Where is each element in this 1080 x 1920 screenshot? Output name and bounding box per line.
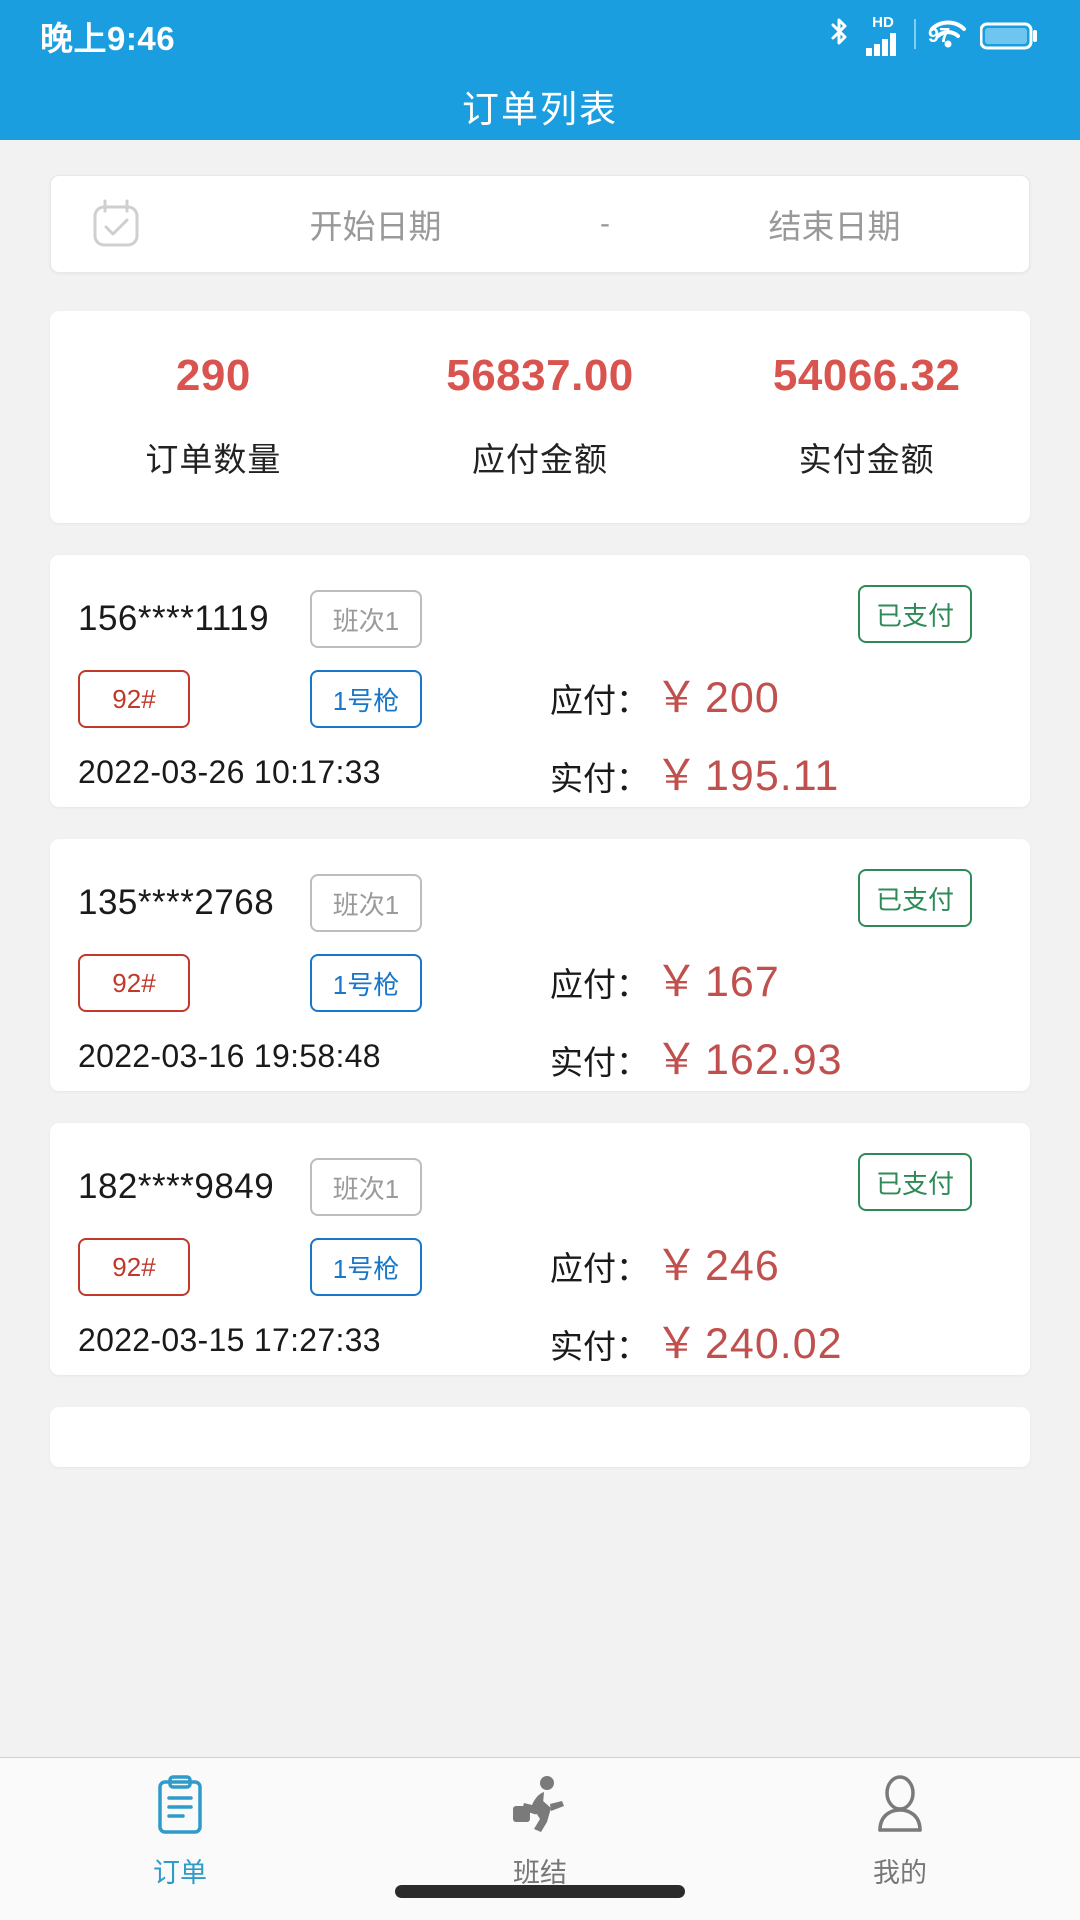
actual-value: 162.93 — [705, 1036, 843, 1084]
stat-label: 订单数量 — [145, 441, 282, 478]
status-bar: 晚上9:46 HD 97 — [0, 0, 1080, 72]
payable-label: 应付： — [550, 682, 649, 719]
running-person-icon — [510, 1774, 570, 1841]
currency-symbol: ￥ — [655, 674, 699, 722]
currency-symbol: ￥ — [655, 752, 699, 800]
actual-amount: ￥ 240.02 — [655, 1309, 843, 1371]
bottom-tab-bar: 订单 班结 我的 — [0, 1757, 1080, 1920]
order-actual-line: 实付： ￥ 240.02 — [550, 1309, 843, 1371]
payable-label: 应付： — [550, 1250, 649, 1287]
order-payable-line: 应付： ￥ 246 — [550, 1231, 780, 1293]
order-fuel-badge: 92# — [78, 670, 190, 728]
order-card[interactable]: 135****2768 班次1 92# 1号枪 2022-03-16 19:58… — [50, 839, 1030, 1091]
clipboard-icon — [152, 1774, 208, 1841]
hd-icon: HD — [865, 15, 901, 57]
stat-order-count: 290 订单数量 — [50, 351, 377, 481]
order-fuel-badge: 92# — [78, 954, 190, 1012]
stat-label: 应付金额 — [472, 441, 608, 478]
order-status-badge: 已支付 — [857, 585, 972, 643]
stat-actual-amount: 54066.32 实付金额 — [703, 351, 1030, 481]
order-gun-badge: 1号枪 — [310, 954, 422, 1012]
stat-value: 56837.00 — [446, 351, 634, 400]
order-datetime: 2022-03-16 19:58:48 — [78, 1037, 381, 1074]
order-payable-line: 应付： ￥ 200 — [550, 663, 780, 725]
order-fuel-badge: 92# — [78, 1238, 190, 1296]
bluetooth-icon — [826, 17, 852, 56]
actual-label: 实付： — [550, 760, 649, 797]
payable-value: 167 — [705, 958, 780, 1006]
content-area: 开始日期 - 结束日期 290 订单数量 56837.00 应付金额 54066… — [0, 140, 1080, 1757]
order-shift-badge: 班次1 — [310, 1158, 422, 1216]
tab-orders[interactable]: 订单 — [0, 1774, 360, 1890]
order-card[interactable]: 182****9849 班次1 92# 1号枪 2022-03-15 17:27… — [50, 1123, 1030, 1375]
order-gun-badge: 1号枪 — [310, 670, 422, 728]
order-payable-line: 应付： ￥ 167 — [550, 947, 780, 1009]
actual-amount: ￥ 195.11 — [655, 741, 839, 803]
actual-label: 实付： — [550, 1044, 649, 1081]
actual-label: 实付： — [550, 1328, 649, 1365]
calendar-check-icon[interactable] — [51, 196, 181, 252]
hd-label: HD — [872, 14, 894, 31]
user-icon — [872, 1774, 928, 1841]
stat-label: 实付金额 — [798, 441, 935, 478]
end-date-input[interactable]: 结束日期 — [640, 200, 1029, 248]
battery-icon: 97 — [928, 21, 1040, 51]
start-date-input[interactable]: 开始日期 — [181, 200, 570, 248]
tab-shift-settlement[interactable]: 班结 — [360, 1774, 720, 1890]
app-screen: 晚上9:46 HD 97 订单列表 开始日期 - 结束日期 290 订单数量 5… — [0, 0, 1080, 1920]
order-phone: 135****2768 — [78, 883, 275, 922]
order-phone: 156****1119 — [78, 599, 270, 638]
tab-label: 订单 — [153, 1858, 207, 1888]
cellular-signal-icon — [914, 18, 916, 54]
currency-symbol: ￥ — [655, 1320, 699, 1368]
order-shift-badge: 班次1 — [310, 590, 422, 648]
actual-amount: ￥ 162.93 — [655, 1025, 843, 1087]
order-status-badge: 已支付 — [857, 869, 972, 927]
order-shift-badge: 班次1 — [310, 874, 422, 932]
order-actual-line: 实付： ￥ 162.93 — [550, 1025, 843, 1087]
order-phone: 182****9849 — [78, 1167, 275, 1206]
currency-symbol: ￥ — [655, 1242, 699, 1290]
currency-symbol: ￥ — [655, 958, 699, 1006]
status-time: 晚上9:46 — [40, 20, 176, 57]
actual-value: 195.11 — [705, 752, 840, 800]
actual-value: 240.02 — [705, 1320, 843, 1368]
currency-symbol: ￥ — [655, 1036, 699, 1084]
tab-label: 我的 — [873, 1858, 927, 1888]
payable-amount: ￥ 167 — [655, 947, 780, 1009]
payable-label: 应付： — [550, 966, 649, 1003]
page-title: 订单列表 — [462, 89, 618, 130]
tab-profile[interactable]: 我的 — [720, 1774, 1080, 1890]
stat-value: 290 — [175, 351, 251, 400]
stat-value: 54066.32 — [772, 351, 961, 400]
summary-panel: 290 订单数量 56837.00 应付金额 54066.32 实付金额 — [50, 311, 1030, 523]
order-gun-badge: 1号枪 — [310, 1238, 422, 1296]
order-datetime: 2022-03-15 17:27:33 — [78, 1321, 381, 1358]
date-range-filter[interactable]: 开始日期 - 结束日期 — [50, 175, 1030, 273]
payable-amount: ￥ 246 — [655, 1231, 780, 1293]
stat-payable-amount: 56837.00 应付金额 — [377, 351, 704, 481]
order-status-badge: 已支付 — [857, 1153, 972, 1211]
home-indicator — [395, 1885, 685, 1898]
order-card-partial[interactable] — [50, 1407, 1030, 1467]
payable-value: 200 — [705, 674, 780, 722]
order-actual-line: 实付： ￥ 195.11 — [550, 741, 839, 803]
status-icon-group: HD 97 — [826, 15, 1040, 57]
page-title-bar: 订单列表 — [0, 72, 1080, 140]
date-range-separator: - — [600, 207, 610, 240]
order-datetime: 2022-03-26 10:17:33 — [78, 753, 381, 790]
payable-amount: ￥ 200 — [655, 663, 780, 725]
payable-value: 246 — [705, 1242, 780, 1290]
battery-level: 97 — [928, 24, 951, 47]
order-card[interactable]: 156****1119 班次1 92# 1号枪 2022-03-26 10:17… — [50, 555, 1030, 807]
